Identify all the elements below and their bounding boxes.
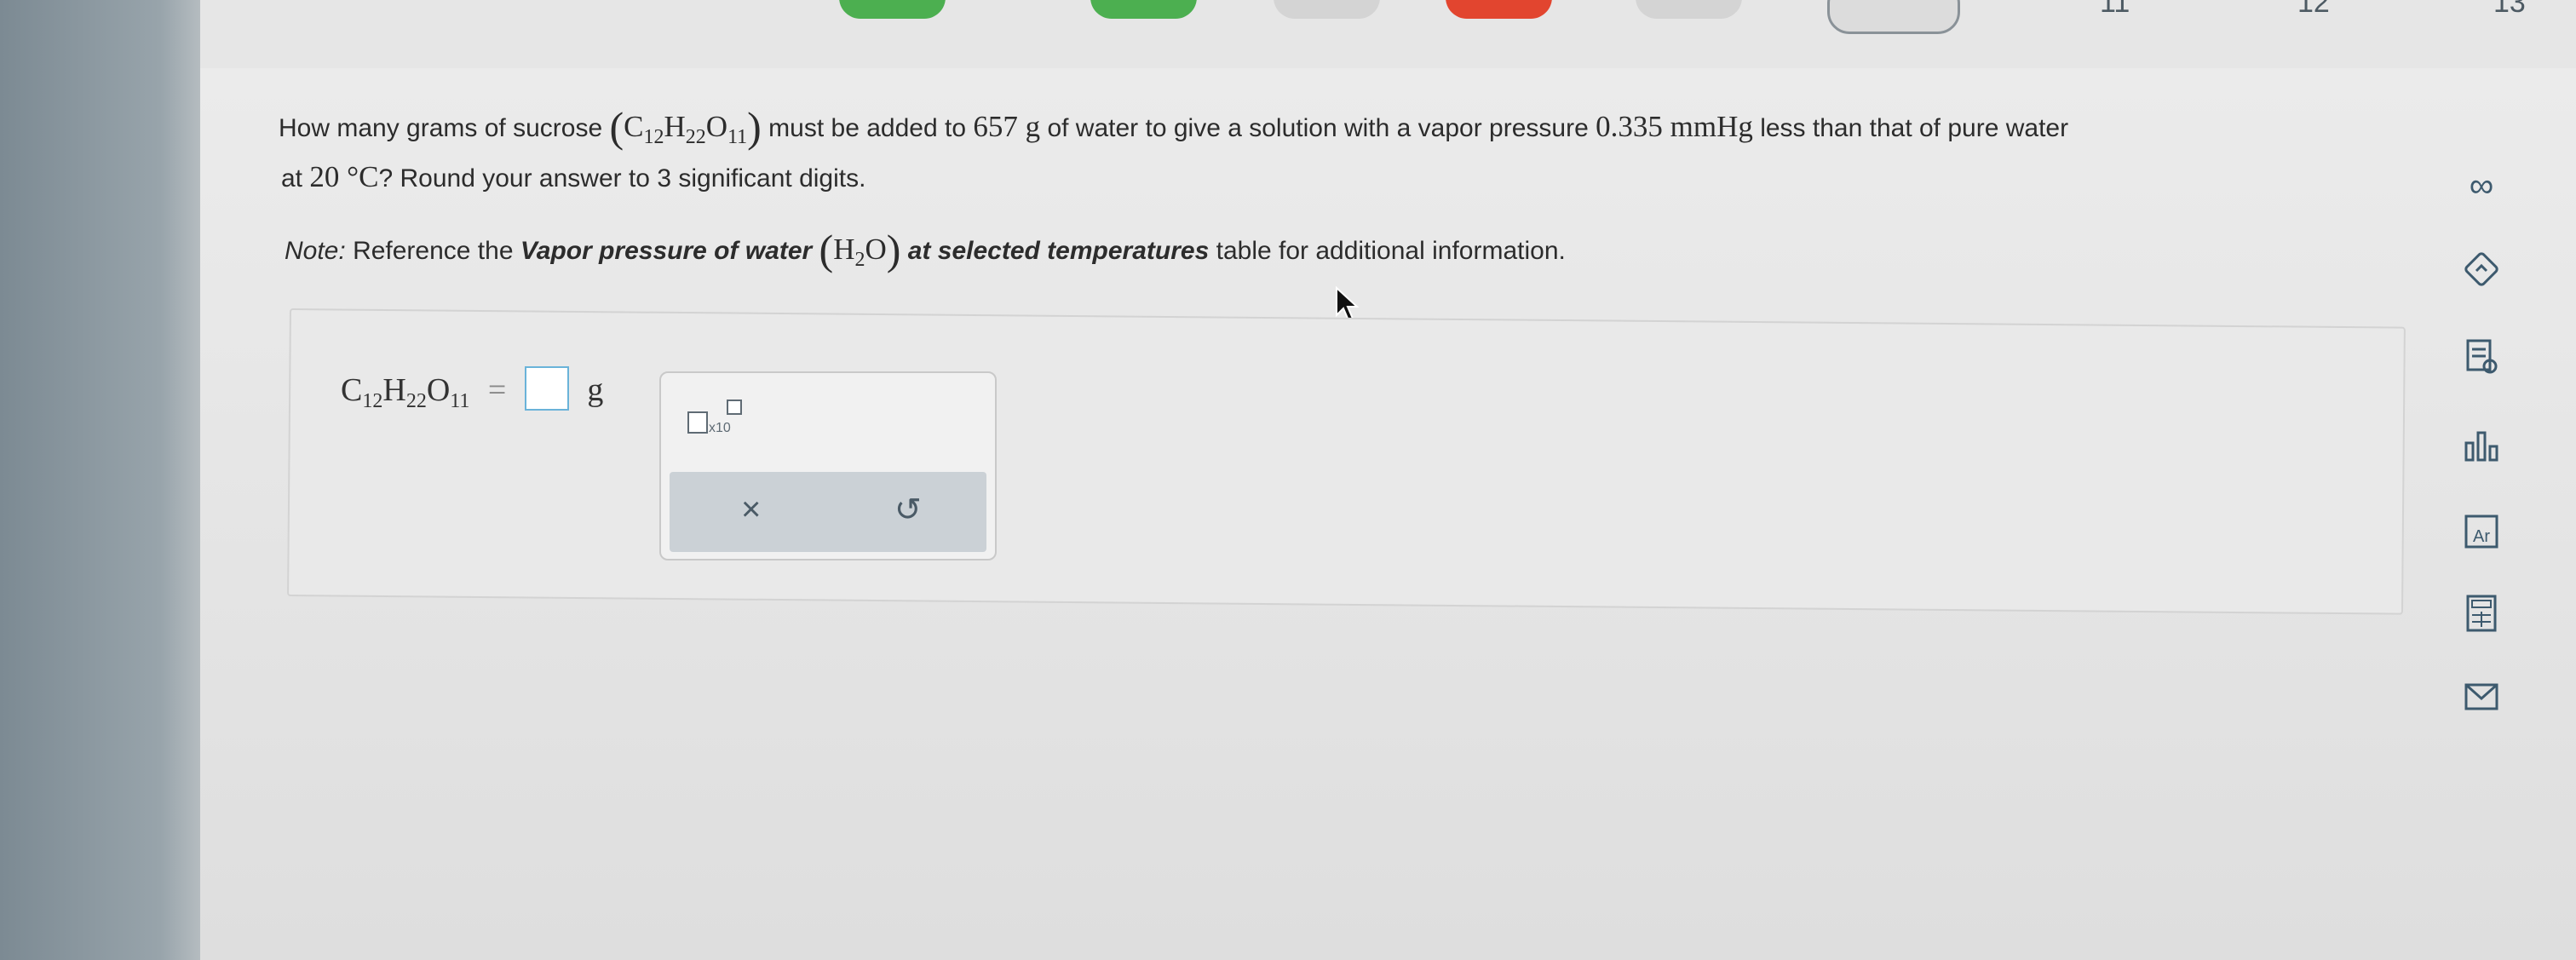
textbook-icon[interactable]	[2458, 332, 2505, 380]
left-screen-bezel	[0, 0, 200, 960]
answer-formula-label: C12H22O11	[341, 372, 470, 412]
temperature-value: 20 °C	[309, 160, 379, 193]
question-text: How many grams of sucrose	[279, 114, 603, 142]
question-note: Note: Reference the Vapor pressure of wa…	[285, 225, 1566, 274]
water-mass-value: 657 g	[973, 110, 1041, 143]
progress-item-pending[interactable]	[1636, 0, 1742, 19]
answer-input[interactable]	[524, 366, 569, 411]
pressure-value: 0.335 mmHg	[1596, 110, 1753, 143]
math-toolbox: x10 × ↺	[659, 371, 997, 560]
open-paren: (	[819, 226, 834, 273]
vapor-pressure-table-link[interactable]: Vapor pressure of water	[520, 237, 812, 265]
calculator-icon[interactable]	[2458, 589, 2505, 637]
question-number-12[interactable]: 12	[2297, 0, 2330, 20]
answer-unit: g	[587, 372, 604, 408]
progress-item-correct[interactable]	[839, 0, 946, 19]
progress-item-incorrect[interactable]	[1446, 0, 1552, 19]
note-label: Note:	[285, 237, 346, 265]
question-text: at	[281, 164, 303, 193]
progress-item-pending[interactable]	[1274, 0, 1380, 19]
question-progress-bar: 11 12 13	[200, 0, 2576, 68]
infinity-icon[interactable]: ∞	[2458, 162, 2505, 210]
scientific-notation-button[interactable]: x10	[687, 397, 743, 440]
data-chart-icon[interactable]	[2458, 423, 2505, 470]
periodic-table-icon[interactable]: Ar	[2458, 508, 2505, 555]
equals-sign: =	[487, 372, 507, 408]
undo-icon[interactable]: ↺	[894, 491, 922, 529]
question-text: of water to give a solution with a vapor…	[1047, 114, 1589, 142]
question-text: less than that of pure water	[1760, 114, 2069, 142]
sci-notation-label: x10	[709, 421, 731, 435]
hint-icon[interactable]	[2458, 245, 2505, 293]
note-text: Reference the	[353, 237, 514, 265]
close-paren: )	[747, 103, 762, 151]
answer-row: C12H22O11 = g	[341, 366, 603, 413]
question-number-13[interactable]: 13	[2493, 0, 2526, 20]
svg-text:Ar: Ar	[2473, 527, 2490, 546]
sucrose-formula: C12H22O11	[624, 110, 748, 148]
question-number-11[interactable]: 11	[2100, 0, 2130, 20]
progress-item-correct[interactable]	[1090, 0, 1197, 19]
message-icon[interactable]	[2458, 673, 2505, 721]
question-line-2: at 20 °C? Round your answer to 3 signifi…	[281, 160, 865, 194]
question-text: ? Round your answer to 3 significant dig…	[378, 164, 866, 193]
clear-icon[interactable]: ×	[741, 491, 761, 529]
question-text: must be added to	[768, 114, 966, 142]
note-text: table for additional information.	[1216, 237, 1566, 265]
water-formula: H2O	[833, 233, 887, 271]
answer-panel	[287, 308, 2406, 615]
open-paren: (	[609, 103, 624, 151]
toolbox-actions: × ↺	[670, 472, 986, 552]
vapor-pressure-table-link-cont[interactable]: at selected temperatures	[908, 237, 1210, 265]
question-line-1: How many grams of sucrose (C12H22O11) mu…	[279, 102, 2068, 152]
progress-item-current[interactable]	[1827, 0, 1960, 34]
close-paren: )	[886, 226, 901, 273]
